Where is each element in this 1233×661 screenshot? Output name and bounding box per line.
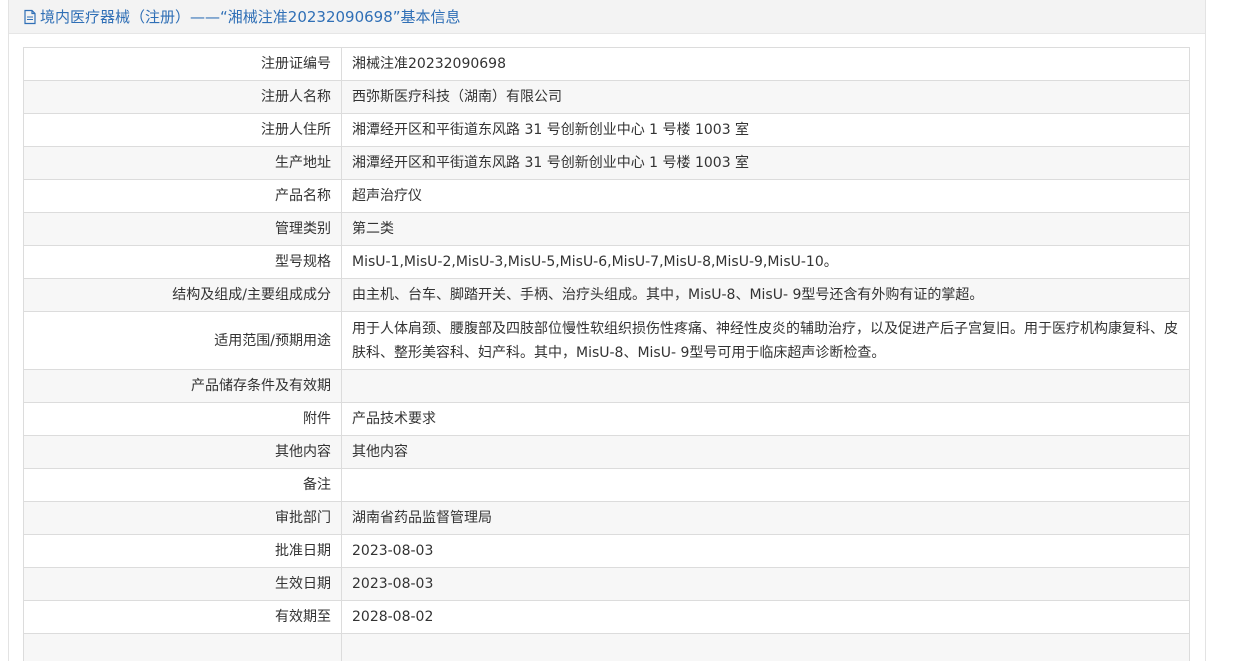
- row-value: 湘潭经开区和平街道东风路 31 号创新创业中心 1 号楼 1003 室: [341, 146, 1190, 180]
- table-row: 管理类别 第二类: [23, 212, 1190, 246]
- table-row: 产品名称 超声治疗仪: [23, 179, 1190, 213]
- table-row: 生产地址 湘潭经开区和平街道东风路 31 号创新创业中心 1 号楼 1003 室: [23, 146, 1190, 180]
- row-value: 产品技术要求: [341, 402, 1190, 436]
- row-value: [341, 369, 1190, 403]
- detail-panel: 境内医疗器械（注册）——“湘械注准20232090698”基本信息 注册证编号 …: [8, 0, 1206, 661]
- row-value: 超声治疗仪: [341, 179, 1190, 213]
- table-row: 备注: [23, 468, 1190, 502]
- row-value: 由主机、台车、脚踏开关、手柄、治疗头组成。其中，MisU-8、MisU- 9型号…: [341, 278, 1190, 312]
- table-row: 结构及组成/主要组成成分 由主机、台车、脚踏开关、手柄、治疗头组成。其中，Mis…: [23, 278, 1190, 312]
- row-label: 注册证编号: [23, 47, 342, 81]
- row-label: 注册人住所: [23, 113, 342, 147]
- row-value: 2028-08-02: [341, 600, 1190, 634]
- row-label: 备注: [23, 468, 342, 502]
- row-value: 2023-08-03: [341, 534, 1190, 568]
- row-label: 注册人名称: [23, 80, 342, 114]
- row-value: [341, 468, 1190, 502]
- table-row-partial: [23, 633, 1190, 661]
- row-value: MisU-1,MisU-2,MisU-3,MisU-5,MisU-6,MisU-…: [341, 245, 1190, 279]
- row-value: [341, 633, 1190, 661]
- row-label: 结构及组成/主要组成成分: [23, 278, 342, 312]
- table-row: 其他内容 其他内容: [23, 435, 1190, 469]
- table-row: 注册证编号 湘械注准20232090698: [23, 47, 1190, 81]
- row-value: 其他内容: [341, 435, 1190, 469]
- row-label: 审批部门: [23, 501, 342, 535]
- row-label: 产品储存条件及有效期: [23, 369, 342, 403]
- table-row: 附件 产品技术要求: [23, 402, 1190, 436]
- row-label: 产品名称: [23, 179, 342, 213]
- table-row: 适用范围/预期用途 用于人体肩颈、腰腹部及四肢部位慢性软组织损伤性疼痛、神经性皮…: [23, 311, 1190, 370]
- table-row: 审批部门 湖南省药品监督管理局: [23, 501, 1190, 535]
- table-row: 注册人住所 湘潭经开区和平街道东风路 31 号创新创业中心 1 号楼 1003 …: [23, 113, 1190, 147]
- row-label: 生产地址: [23, 146, 342, 180]
- row-value: 第二类: [341, 212, 1190, 246]
- row-label: 批准日期: [23, 534, 342, 568]
- page-title: 境内医疗器械（注册）——“湘械注准20232090698”基本信息: [40, 8, 461, 26]
- row-label: [23, 633, 342, 661]
- table-row: 生效日期 2023-08-03: [23, 567, 1190, 601]
- row-label: 有效期至: [23, 600, 342, 634]
- table-row: 产品储存条件及有效期: [23, 369, 1190, 403]
- row-value: 用于人体肩颈、腰腹部及四肢部位慢性软组织损伤性疼痛、神经性皮炎的辅助治疗，以及促…: [341, 311, 1190, 370]
- row-value: 湘械注准20232090698: [341, 47, 1190, 81]
- row-value: 湖南省药品监督管理局: [341, 501, 1190, 535]
- table-row: 型号规格 MisU-1,MisU-2,MisU-3,MisU-5,MisU-6,…: [23, 245, 1190, 279]
- row-label: 适用范围/预期用途: [23, 311, 342, 370]
- document-icon: [23, 9, 37, 25]
- row-value: 2023-08-03: [341, 567, 1190, 601]
- row-label: 生效日期: [23, 567, 342, 601]
- row-label: 型号规格: [23, 245, 342, 279]
- table-row: 批准日期 2023-08-03: [23, 534, 1190, 568]
- row-label: 其他内容: [23, 435, 342, 469]
- info-table: 注册证编号 湘械注准20232090698 注册人名称 西弥斯医疗科技（湖南）有…: [23, 47, 1190, 661]
- row-label: 管理类别: [23, 212, 342, 246]
- table-row: 注册人名称 西弥斯医疗科技（湖南）有限公司: [23, 80, 1190, 114]
- row-label: 附件: [23, 402, 342, 436]
- row-value: 西弥斯医疗科技（湖南）有限公司: [341, 80, 1190, 114]
- row-value: 湘潭经开区和平街道东风路 31 号创新创业中心 1 号楼 1003 室: [341, 113, 1190, 147]
- info-table-wrap: 注册证编号 湘械注准20232090698 注册人名称 西弥斯医疗科技（湖南）有…: [23, 47, 1190, 661]
- table-row: 有效期至 2028-08-02: [23, 600, 1190, 634]
- panel-header: 境内医疗器械（注册）——“湘械注准20232090698”基本信息: [9, 0, 1205, 34]
